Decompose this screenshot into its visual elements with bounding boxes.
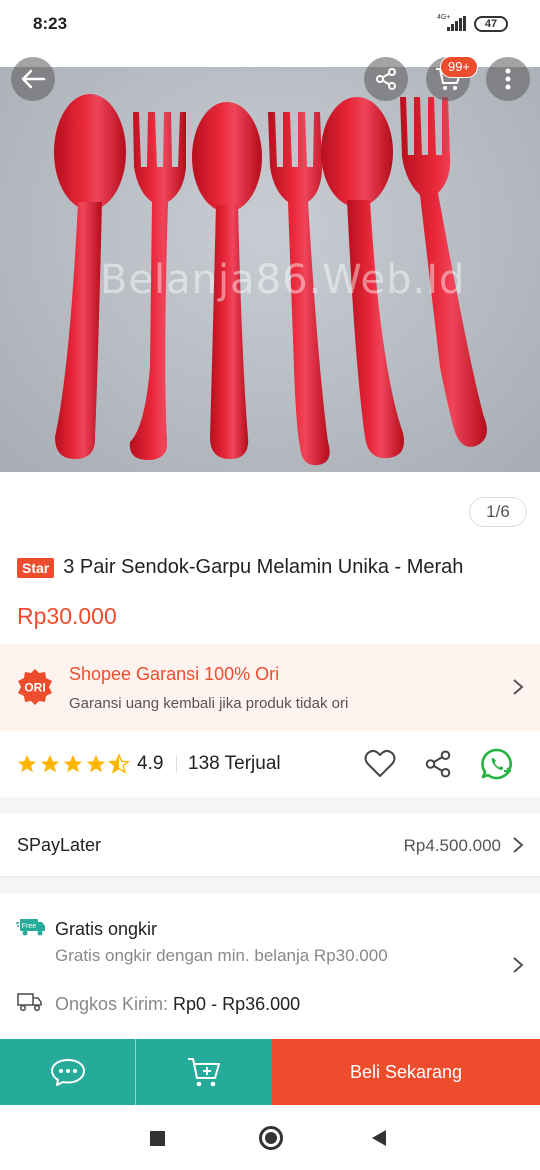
chevron-right-icon [513, 679, 524, 695]
shipping-cost: Ongkos Kirim: Rp0 - Rp36.000 [55, 994, 300, 1015]
share-icon[interactable] [423, 749, 453, 779]
shipping-subtitle: Gratis ongkir dengan min. belanja Rp30.0… [55, 946, 388, 965]
signal-icon [447, 16, 466, 31]
garansi-banner[interactable]: ORI Shopee Garansi 100% Ori Garansi uang… [0, 644, 540, 731]
chevron-right-icon [513, 837, 524, 853]
chat-button[interactable] [0, 1039, 136, 1105]
more-button[interactable] [486, 57, 530, 101]
section-gap [0, 877, 540, 893]
image-page-indicator: 1/6 [469, 497, 527, 527]
free-shipping-icon: Free [16, 919, 45, 936]
bottom-action-bar: Beli Sekarang [0, 1039, 540, 1105]
shipping-title: Gratis ongkir [55, 919, 158, 939]
rating-row: 4.9 138 Terjual [0, 731, 540, 797]
truck-icon [17, 993, 42, 1012]
system-navigation-bar [0, 1105, 540, 1170]
home-button[interactable] [259, 1126, 283, 1150]
product-title: 3 Pair Sendok-Garpu Melamin Unika - Mera… [63, 556, 464, 578]
divider [176, 755, 177, 773]
sold-count: 138 Terjual [188, 753, 281, 774]
product-title-row: Star 3 Pair Sendok-Garpu Melamin Unika -… [17, 556, 463, 579]
chevron-right-icon [513, 957, 524, 973]
star-seller-badge: Star [17, 557, 55, 578]
shipping-section[interactable]: Free Gratis ongkir Gratis ongkir dengan … [0, 893, 540, 1039]
spaylater-value: Rp4.500.000 [403, 836, 501, 855]
ori-badge-icon: ORI [18, 669, 52, 705]
back-button[interactable] [11, 57, 55, 101]
chat-icon [50, 1059, 85, 1086]
garansi-title: Shopee Garansi 100% Ori [69, 664, 280, 684]
product-image[interactable]: Belanja86.Web.Id [0, 67, 540, 472]
shipping-cost-value: Rp0 - Rp36.000 [173, 994, 301, 1014]
rating-stars [16, 753, 130, 775]
spaylater-label: SPayLater [17, 835, 102, 855]
rating-value: 4.9 [137, 753, 164, 774]
arrow-left-icon [21, 69, 46, 89]
free-badge-label: Free [22, 923, 37, 930]
system-back-button[interactable] [372, 1130, 386, 1146]
more-vertical-icon [505, 68, 511, 90]
heart-icon[interactable] [364, 749, 396, 779]
star-icon [40, 754, 60, 773]
star-icon [63, 754, 83, 773]
status-time: 8:23 [33, 14, 68, 33]
ori-badge-label: ORI [24, 681, 45, 695]
whatsapp-icon[interactable] [480, 747, 514, 781]
add-to-cart-button[interactable] [136, 1039, 272, 1105]
garansi-subtitle: Garansi uang kembali jika produk tidak o… [69, 695, 349, 712]
buy-now-button[interactable]: Beli Sekarang [272, 1039, 540, 1105]
battery-icon: 47 [474, 16, 508, 32]
section-gap [0, 797, 540, 813]
star-icon [86, 754, 106, 773]
product-price: Rp30.000 [17, 603, 117, 629]
shipping-cost-label: Ongkos Kirim: [55, 994, 169, 1014]
share-icon [376, 68, 396, 90]
share-button[interactable] [364, 57, 408, 101]
star-half-icon [108, 753, 130, 774]
add-to-cart-icon [188, 1058, 220, 1087]
star-icon [17, 754, 37, 773]
cart-count-badge: 99+ [440, 56, 478, 78]
watermark: Belanja86.Web.Id [100, 257, 466, 303]
recents-button[interactable] [150, 1131, 165, 1146]
status-bar: 8:23 4G+ 47 [0, 0, 540, 50]
spaylater-row[interactable]: SPayLater Rp4.500.000 [0, 813, 540, 877]
